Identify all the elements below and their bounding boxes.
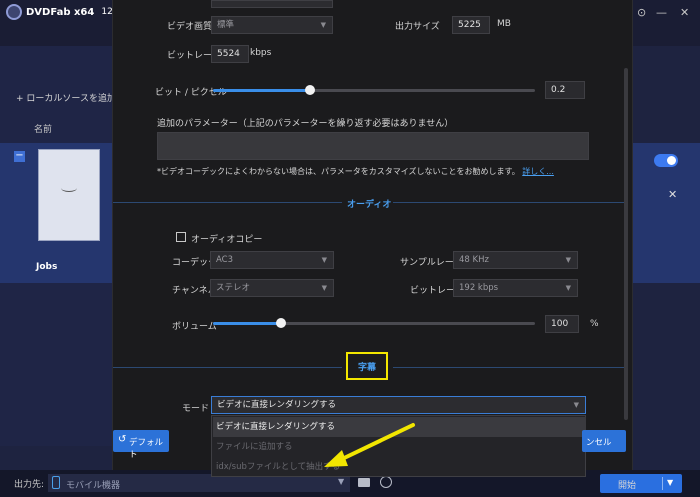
bits-per-pixel-fill xyxy=(213,89,310,92)
audio-channel-value: ステレオ xyxy=(216,283,251,293)
dvdfab-logo-icon xyxy=(6,4,22,20)
volume-fill xyxy=(213,322,281,325)
extra-params-input[interactable] xyxy=(157,132,589,160)
subtitle-mode-label: モード xyxy=(182,404,210,414)
audio-codec-value: AC3 xyxy=(216,255,234,265)
add-local-source-button[interactable]: + ローカルソースを追加 xyxy=(16,91,116,104)
pin-icon[interactable]: ⊙ xyxy=(637,6,646,19)
start-dropdown-icon[interactable]: ▼ xyxy=(667,478,673,487)
sample-rate-value: 48 KHz xyxy=(459,255,489,265)
jobs-label: Jobs xyxy=(36,262,58,272)
collapse-icon[interactable]: − xyxy=(14,151,25,162)
chevron-down-icon: ▼ xyxy=(573,401,579,409)
job-toggle[interactable] xyxy=(654,154,678,167)
codec-note: *ビデオコーデックによくわからない場合は、パラメータをカスタマイズしないことをお… xyxy=(157,166,554,177)
video-quality-select[interactable]: 標準 ▼ xyxy=(211,16,333,34)
volume-slider[interactable] xyxy=(213,318,535,328)
mobile-device-icon xyxy=(52,476,60,489)
audio-bitrate-value: 192 kbps xyxy=(459,283,499,293)
audio-section-title: オーディオ xyxy=(347,200,392,210)
audio-copy-label: オーディオコピー xyxy=(191,235,263,245)
subtitle-divider-right xyxy=(393,367,624,368)
volume-handle[interactable] xyxy=(275,318,286,328)
default-button[interactable]: ↺ デフォルト xyxy=(113,430,169,460)
folder-icon[interactable] xyxy=(358,478,370,487)
codec-note-text: *ビデオコーデックによくわからない場合は、パラメータをカスタマイズしないことをお… xyxy=(157,167,520,176)
audio-divider-right xyxy=(393,202,624,203)
minimize-icon[interactable]: — xyxy=(656,6,667,19)
bits-per-pixel-input[interactable]: 0.2 xyxy=(545,81,585,99)
audio-copy-checkbox[interactable] xyxy=(176,232,186,242)
subtitle-mode-value: ビデオに直接レンダリングする xyxy=(217,400,337,410)
cancel-button[interactable]: ンセル xyxy=(582,430,626,452)
audio-bitrate-select[interactable]: 192 kbps ▼ xyxy=(453,279,578,297)
reset-icon: ↺ xyxy=(118,434,127,445)
subtitle-mode-select[interactable]: ビデオに直接レンダリングする ▼ xyxy=(211,396,586,414)
volume-input[interactable]: 100 xyxy=(545,315,579,333)
volume-label: ボリューム xyxy=(172,322,217,332)
output-size-input[interactable]: 5225 xyxy=(452,16,490,34)
dialog-scrollbar[interactable] xyxy=(624,68,628,420)
output-size-label: 出力サイズ xyxy=(395,22,440,32)
audio-codec-select[interactable]: AC3 ▼ xyxy=(210,251,334,269)
column-header-name: 名前 xyxy=(34,125,53,135)
sample-rate-select[interactable]: 48 KHz ▼ xyxy=(453,251,578,269)
learn-more-link[interactable]: 詳しく... xyxy=(522,167,554,176)
subtitle-divider-left xyxy=(113,367,342,368)
cancel-button-label: ンセル xyxy=(586,438,612,448)
close-window-icon[interactable]: ✕ xyxy=(680,6,689,19)
video-bitrate-input[interactable]: 5524 xyxy=(211,45,249,63)
chevron-down-icon: ▼ xyxy=(321,284,327,292)
video-quality-label: ビデオ画質 xyxy=(167,22,213,32)
output-value: モバイル機器 xyxy=(66,481,121,491)
bits-per-pixel-slider[interactable] xyxy=(213,85,535,95)
video-bitrate-unit: kbps xyxy=(250,48,272,58)
audio-channel-select[interactable]: ステレオ ▼ xyxy=(210,279,334,297)
globe-icon[interactable] xyxy=(380,476,392,488)
top-cut-select xyxy=(211,0,333,8)
video-quality-value: 標準 xyxy=(217,20,235,30)
chevron-down-icon: ▼ xyxy=(565,256,571,264)
output-label: 出力先: xyxy=(14,480,45,490)
start-button-label: 開始 xyxy=(618,481,637,491)
default-button-label: デフォルト xyxy=(129,438,164,460)
start-button[interactable]: 開始 ▼ xyxy=(600,474,682,493)
extra-params-label: 追加のパラメーター（上記のパラメーターを繰り返す必要はありません） xyxy=(157,119,454,129)
remove-job-icon[interactable]: ✕ xyxy=(668,188,677,201)
app-name: DVDFab x64 xyxy=(26,6,95,18)
subtitle-section-title: 字幕 xyxy=(358,363,377,373)
chevron-down-icon: ▼ xyxy=(320,21,326,29)
volume-unit: % xyxy=(590,319,599,329)
chevron-down-icon: ▼ xyxy=(565,284,571,292)
output-dropdown-icon[interactable]: ▼ xyxy=(338,477,344,486)
output-size-unit: MB xyxy=(497,19,511,29)
yellow-arrow-annotation xyxy=(324,423,415,467)
chevron-down-icon: ▼ xyxy=(321,256,327,264)
audio-divider-left xyxy=(113,202,342,203)
job-thumbnail xyxy=(38,149,100,241)
bits-per-pixel-handle[interactable] xyxy=(304,85,315,95)
